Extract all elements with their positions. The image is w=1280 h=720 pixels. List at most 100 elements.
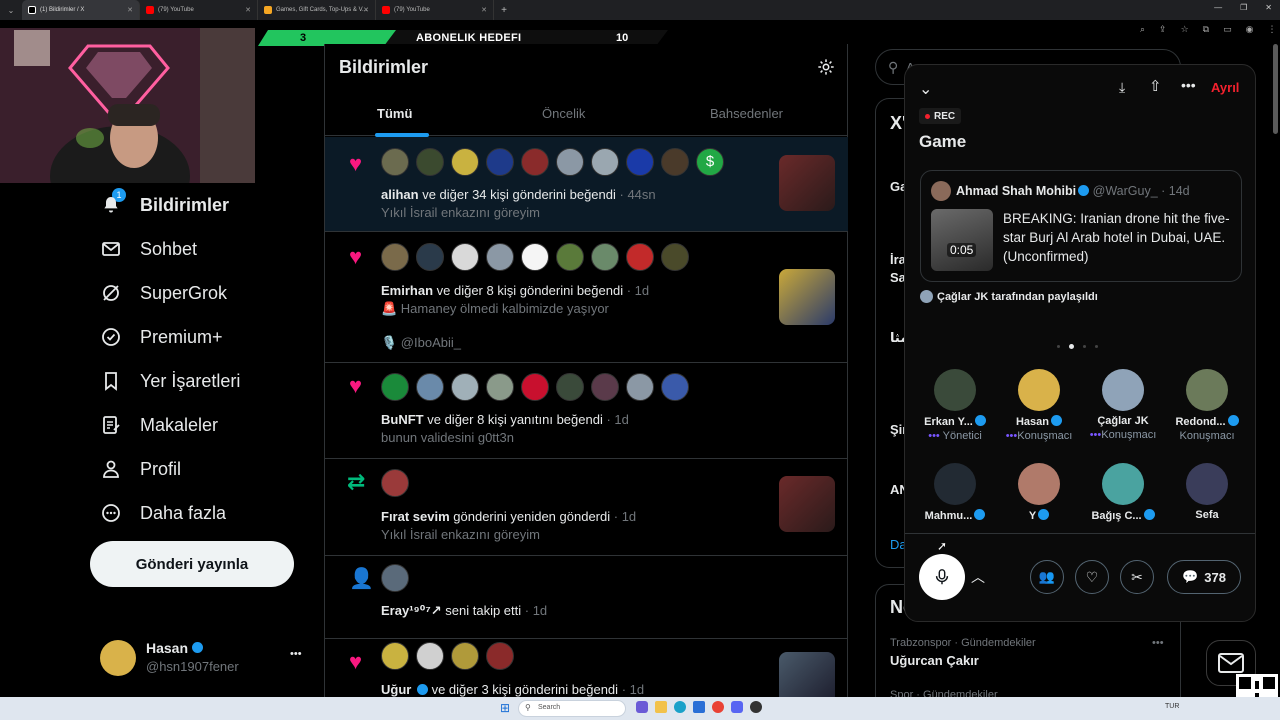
sidebar-icon[interactable]: ▭ [1223,24,1232,35]
browser-tab[interactable]: (1) Bildirimler / X ✕ [22,0,140,20]
avatar[interactable] [381,469,409,497]
avatar[interactable] [381,373,409,401]
dot[interactable] [1095,345,1098,348]
avatar[interactable] [416,243,444,271]
avatar[interactable] [626,243,654,271]
notification-item[interactable]: ♥ BuNFT ve diğer 8 kişi yanıtını beğendi… [325,364,848,459]
nav-item-premium[interactable]: Premium+ [100,326,223,348]
avatar[interactable] [556,148,584,176]
nav-item-chat[interactable]: Sohbet [100,238,197,260]
browser-tab[interactable]: Games, Gift Cards, Top-Ups & V... ✕ [258,0,376,20]
avatar[interactable] [661,373,689,401]
tab-priority[interactable]: Öncelik [542,106,585,121]
avatar[interactable] [416,148,444,176]
discord-icon[interactable] [731,701,743,713]
menu-icon[interactable]: ⋮ [1267,24,1276,35]
tab-menu-icon[interactable]: ⌄ [0,6,22,15]
obs-icon[interactable] [750,701,762,713]
avatar[interactable] [661,243,689,271]
zoom-icon[interactable]: ⌕ [1140,24,1145,35]
clip-button[interactable]: ✂ [1120,560,1154,594]
avatar[interactable] [661,148,689,176]
avatar[interactable] [451,642,479,670]
post-thumbnail[interactable] [779,476,835,532]
avatar[interactable] [416,373,444,401]
scrollbar-thumb[interactable] [1273,44,1278,134]
notification-item[interactable]: ♥ Emirhan ve diğer 8 kişi gönderini beğe… [325,233,848,363]
trend-title[interactable]: Uğurcan Çakır [890,653,979,668]
more-icon[interactable]: ••• [1152,637,1164,649]
speaker-tile[interactable]: Bağış C... [1081,463,1165,522]
star-icon[interactable]: ☆ [1181,24,1189,35]
avatar[interactable] [451,148,479,176]
post-button[interactable]: Gönderi yayınla [90,541,294,587]
avatar[interactable] [486,373,514,401]
new-tab-button[interactable]: + [494,5,514,16]
avatar[interactable] [626,373,654,401]
file-explorer-icon[interactable] [655,701,667,713]
copilot-icon[interactable] [636,701,648,713]
people-button[interactable]: 👥 [1030,560,1064,594]
notification-item[interactable]: 👤 Eray¹⁹⁰⁷↗ seni takip etti · 1d [325,557,848,639]
extensions-icon[interactable]: ⧉ [1203,24,1209,35]
tab-mentions[interactable]: Bahsedenler [710,106,783,121]
avatar[interactable] [521,148,549,176]
close-window-icon[interactable]: ✕ [1265,3,1272,12]
nav-item-notifications[interactable]: Bildirimler [100,194,229,216]
avatar[interactable] [416,642,444,670]
speaker-tile[interactable]: Çağlar JK •••Konuşmacı [1081,369,1165,441]
avatar[interactable] [591,148,619,176]
notification-item[interactable]: ⇄ Fırat sevim gönderini yeniden gönderdi… [325,460,848,556]
more-icon[interactable]: ••• [1181,77,1196,93]
avatar[interactable] [486,148,514,176]
speaker-tile[interactable]: Y [997,463,1081,522]
nav-item-bookmarks[interactable]: Yer İşaretleri [100,370,240,392]
pinned-tweet[interactable]: Ahmad Shah Mohibi @WarGuy_ · 14d 0:05 BR… [920,170,1242,282]
minimize-dock-icon[interactable]: ⤓ [1119,79,1125,96]
speaker-tile[interactable]: Sefa [1165,463,1249,521]
comments-button[interactable]: 💬 378 [1167,560,1241,594]
collapse-chevron-icon[interactable]: ⌄ [919,79,932,99]
speaker-tile[interactable]: Redond... Konuşmacı [1165,369,1249,442]
speaker-tile[interactable]: Hasan •••Konuşmacı [997,369,1081,442]
react-button[interactable]: ♡ [1075,560,1109,594]
nav-item-articles[interactable]: Makaleler [100,414,218,436]
avatar[interactable] [451,373,479,401]
tweet-video-thumbnail[interactable]: 0:05 [931,209,993,271]
browser-tab[interactable]: (79) YouTube ✕ [376,0,494,20]
post-thumbnail[interactable] [779,155,835,211]
language-indicator[interactable]: TUR [1165,703,1179,710]
avatar[interactable] [381,243,409,271]
minimize-icon[interactable]: — [1214,3,1222,12]
share-icon[interactable]: ⇪ [1159,24,1167,35]
avatar[interactable] [626,148,654,176]
dot-active[interactable] [1069,344,1074,349]
chevron-up-icon[interactable]: ︿ [971,567,985,587]
notification-item[interactable]: ♥ $ alihan ve diğer 34 kişi gönderini be… [325,137,848,232]
store-icon[interactable] [693,701,705,713]
avatar[interactable] [591,243,619,271]
edge-icon[interactable] [674,701,686,713]
nav-item-more[interactable]: Daha fazla [100,502,226,524]
profile-icon[interactable]: ◉ [1246,24,1254,35]
restore-icon[interactable]: ❐ [1240,3,1247,12]
windows-start-icon[interactable]: ⊞ [500,701,510,715]
avatar[interactable] [591,373,619,401]
speaker-tile[interactable]: Erkan Y... ••• Yönetici [913,369,997,442]
share-icon[interactable]: ⇧ [1149,77,1162,95]
dot[interactable] [1057,345,1060,348]
avatar[interactable] [381,148,409,176]
leave-button[interactable]: Ayrıl [1211,80,1239,95]
avatar[interactable] [486,243,514,271]
browser-tab[interactable]: (79) YouTube ✕ [140,0,258,20]
nav-item-supergrok[interactable]: SuperGrok [100,282,227,304]
close-icon[interactable]: ✕ [127,6,133,14]
avatar[interactable] [521,373,549,401]
settings-gear-icon[interactable] [817,58,835,76]
avatar[interactable] [381,564,409,592]
avatar[interactable] [521,243,549,271]
tab-all[interactable]: Tümü [377,106,412,121]
nav-item-profile[interactable]: Profil [100,458,181,480]
avatar[interactable] [381,642,409,670]
avatar[interactable] [451,243,479,271]
